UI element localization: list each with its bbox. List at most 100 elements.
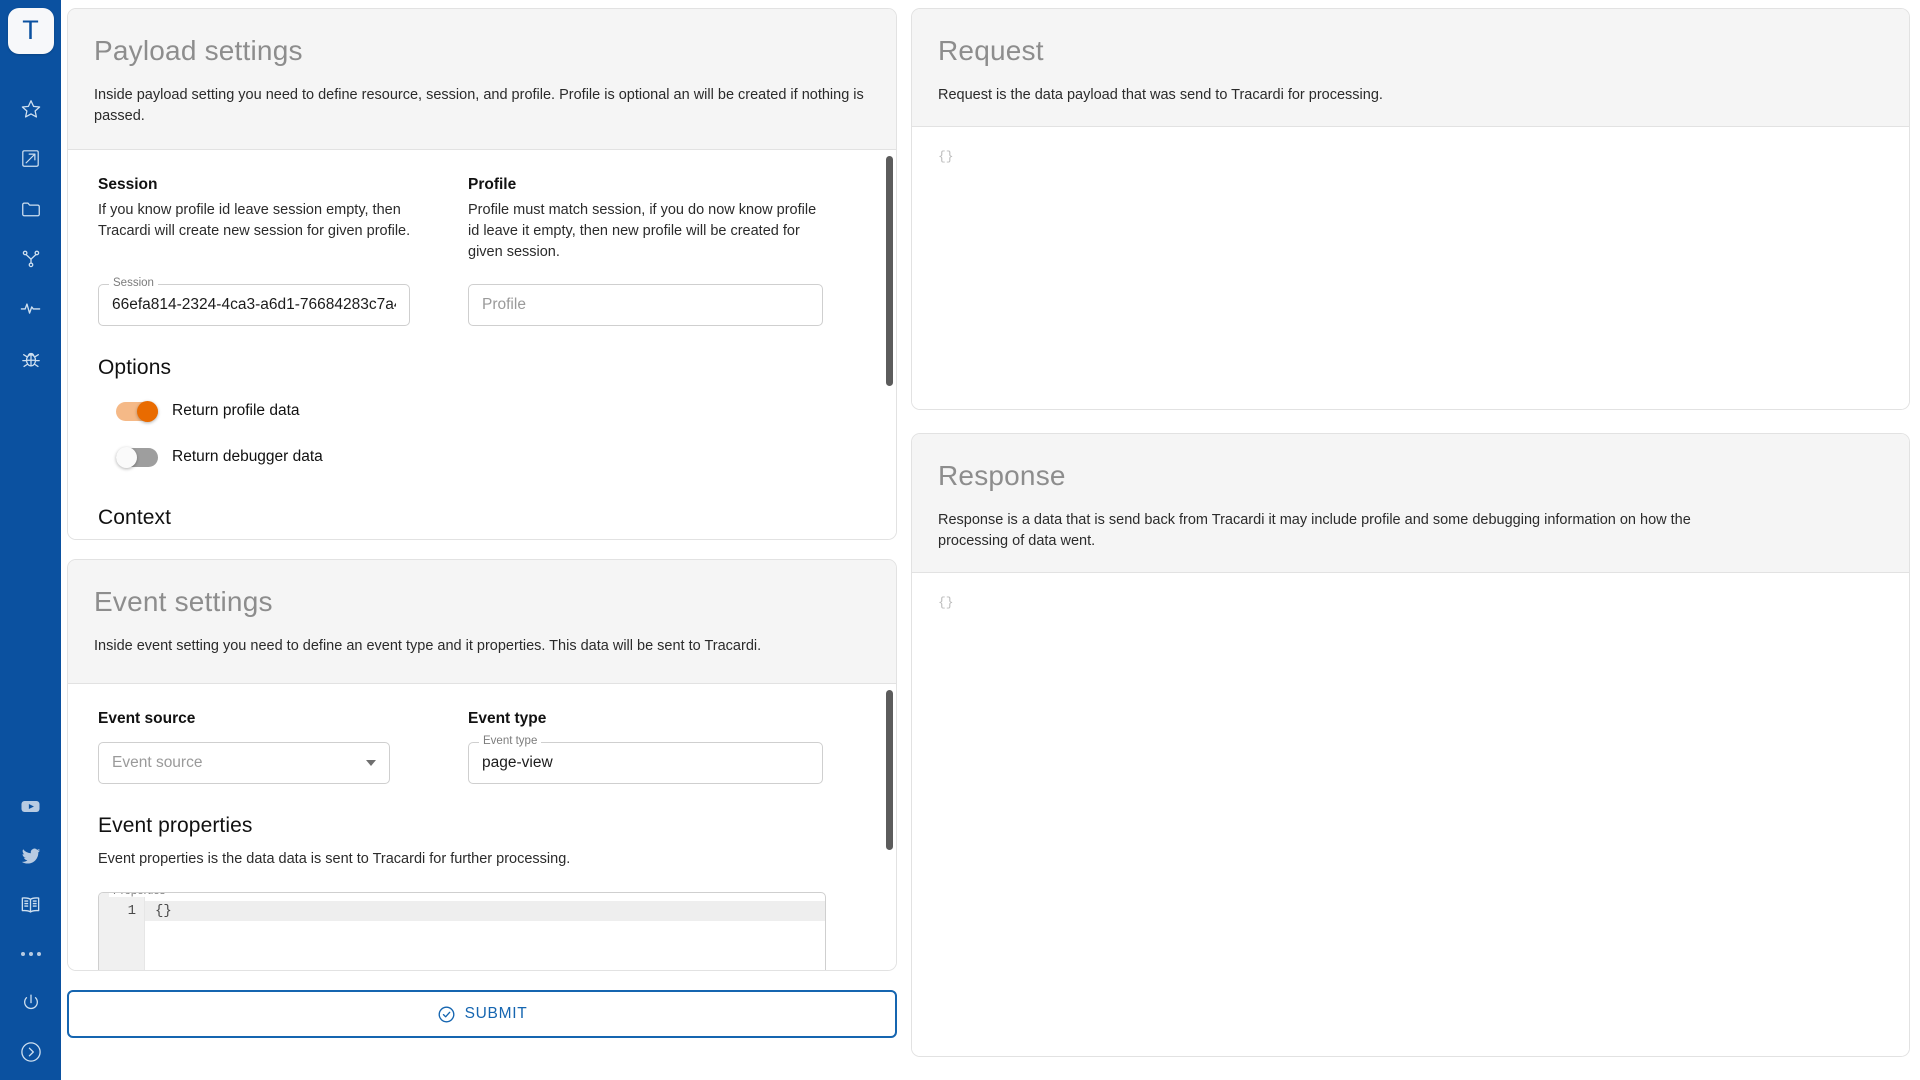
pulse-icon xyxy=(19,297,42,320)
power-icon xyxy=(20,992,42,1014)
event-type-input-legend: Event type xyxy=(479,735,542,748)
sidebar-item-event-sources[interactable] xyxy=(12,140,49,177)
event-type-block: Event type Event type page-view xyxy=(468,710,826,784)
option-return-profile-data[interactable]: Return profile data xyxy=(116,392,866,430)
sidebar-item-documentation[interactable] xyxy=(12,886,49,923)
request-json-content: {} xyxy=(938,148,954,164)
sidebar-nav-top xyxy=(12,90,49,377)
event-properties-description: Event properties is the data data is sen… xyxy=(98,850,571,867)
session-profile-row: Session If you know profile id leave ses… xyxy=(98,176,866,263)
response-panel-description: Response is a data that is send back fro… xyxy=(938,511,1691,549)
sidebar-item-twitter[interactable] xyxy=(12,837,49,874)
session-block: Session If you know profile id leave ses… xyxy=(98,176,456,263)
profile-input-placeholder: Profile xyxy=(482,296,526,314)
session-input[interactable]: Session 66efa814-2324-4ca3-a6d1-76684283… xyxy=(98,278,410,327)
main-content: Payload settings Inside payload setting … xyxy=(61,0,1920,1080)
event-source-placeholder: Event source xyxy=(112,753,203,771)
response-panel: Response Response is a data that is send… xyxy=(911,433,1910,1057)
event-settings-description: Inside event setting you need to define … xyxy=(94,637,762,654)
event-properties-editor-legend: Properties xyxy=(109,892,170,898)
sidebar-item-more[interactable] xyxy=(12,935,49,972)
sidebar-item-youtube[interactable] xyxy=(12,788,49,825)
event-settings-body: Event source Event source Event type Eve… xyxy=(68,683,896,970)
return-debugger-data-toggle[interactable] xyxy=(116,446,158,468)
submit-button[interactable]: SUBMIT xyxy=(67,990,897,1038)
sidebar-item-monitoring[interactable] xyxy=(12,290,49,327)
book-icon xyxy=(19,893,42,916)
event-settings-card: Event settings Inside event setting you … xyxy=(67,559,897,971)
check-circle-icon xyxy=(437,1005,456,1024)
session-heading: Session xyxy=(98,175,158,193)
response-panel-title: Response xyxy=(938,460,1066,491)
response-panel-header: Response Response is a data that is send… xyxy=(912,434,1909,573)
logo-letter: T xyxy=(22,14,39,45)
event-settings-scrollbar[interactable] xyxy=(886,689,893,850)
app-root: T Payload settings Inside payload settin… xyxy=(0,0,1920,1080)
tracardi-logo[interactable]: T xyxy=(7,8,54,54)
bug-icon xyxy=(20,348,42,370)
editor-code-text: {} xyxy=(155,902,172,919)
request-panel-title: Request xyxy=(938,35,1044,66)
youtube-icon xyxy=(19,795,42,818)
sidebar-item-logout[interactable] xyxy=(12,984,49,1021)
event-type-input[interactable]: Event type page-view xyxy=(468,735,823,784)
options-heading: Options xyxy=(98,356,172,380)
event-type-heading: Event type xyxy=(468,709,547,727)
event-source-type-row: Event source Event source Event type Eve… xyxy=(98,710,866,784)
sidebar-nav-bottom xyxy=(0,788,61,1070)
return-profile-data-label: Return profile data xyxy=(172,402,300,420)
context-heading: Context xyxy=(98,506,172,530)
workflow-icon xyxy=(20,248,42,270)
session-input-value: 66efa814-2324-4ca3-a6d1-76684283c7a4 xyxy=(112,296,396,314)
return-profile-data-toggle[interactable] xyxy=(116,400,158,422)
payload-settings-description: Inside payload setting you need to defin… xyxy=(94,86,864,124)
event-settings-header: Event settings Inside event setting you … xyxy=(68,560,896,684)
option-return-debugger-data[interactable]: Return debugger data xyxy=(116,438,866,476)
response-panel-body[interactable]: {} xyxy=(912,572,1909,1056)
event-type-input-value: page-view xyxy=(482,753,553,771)
profile-input[interactable]: Profile xyxy=(468,284,823,327)
twitter-icon xyxy=(20,845,42,867)
right-column: Request Request is the data payload that… xyxy=(911,8,1914,1072)
request-panel-body[interactable]: {} xyxy=(912,126,1909,409)
event-properties-heading: Event properties xyxy=(98,813,253,837)
event-source-heading: Event source xyxy=(98,709,196,727)
sidebar-item-resources[interactable] xyxy=(12,190,49,227)
event-source-block: Event source Event source xyxy=(98,710,456,784)
sidebar: T xyxy=(0,0,61,1080)
sidebar-item-flows[interactable] xyxy=(12,240,49,277)
session-profile-inputs: Session 66efa814-2324-4ca3-a6d1-76684283… xyxy=(98,278,866,327)
session-input-legend: Session xyxy=(109,278,158,290)
external-link-icon xyxy=(20,148,41,169)
chevron-right-circle-icon xyxy=(19,1040,43,1064)
left-column: Payload settings Inside payload setting … xyxy=(67,8,897,1072)
request-panel-description: Request is the data payload that was sen… xyxy=(938,86,1383,103)
editor-active-line xyxy=(145,900,825,921)
payload-settings-scrollbar[interactable] xyxy=(886,155,893,386)
options-list: Return profile data Return debugger data xyxy=(98,392,866,476)
event-properties-editor[interactable]: Properties 1 {} xyxy=(98,891,826,970)
editor-line-numbers: 1 xyxy=(99,892,145,970)
submit-button-label: SUBMIT xyxy=(464,1005,528,1022)
sidebar-item-favorites[interactable] xyxy=(12,90,49,127)
payload-settings-header: Payload settings Inside payload setting … xyxy=(68,9,896,150)
chevron-down-icon xyxy=(366,759,376,766)
sidebar-item-test-debug[interactable] xyxy=(12,340,49,377)
response-json-content: {} xyxy=(938,594,954,610)
payload-settings-body: Session If you know profile id leave ses… xyxy=(68,149,896,539)
profile-heading: Profile xyxy=(468,175,517,193)
profile-description: Profile must match session, if you do no… xyxy=(468,201,817,260)
payload-settings-card: Payload settings Inside payload setting … xyxy=(67,8,897,540)
event-settings-title: Event settings xyxy=(94,586,273,617)
request-panel-header: Request Request is the data payload that… xyxy=(912,9,1909,127)
sidebar-item-expand-menu[interactable] xyxy=(12,1033,49,1070)
session-description: If you know profile id leave session emp… xyxy=(98,201,411,239)
request-panel: Request Request is the data payload that… xyxy=(911,8,1910,410)
star-icon xyxy=(20,98,42,120)
payload-settings-title: Payload settings xyxy=(94,35,303,66)
event-source-select[interactable]: Event source xyxy=(98,741,390,784)
folder-icon xyxy=(20,198,42,220)
profile-block: Profile Profile must match session, if y… xyxy=(468,176,826,263)
return-debugger-data-label: Return debugger data xyxy=(172,448,323,466)
more-dots-icon xyxy=(20,951,41,956)
